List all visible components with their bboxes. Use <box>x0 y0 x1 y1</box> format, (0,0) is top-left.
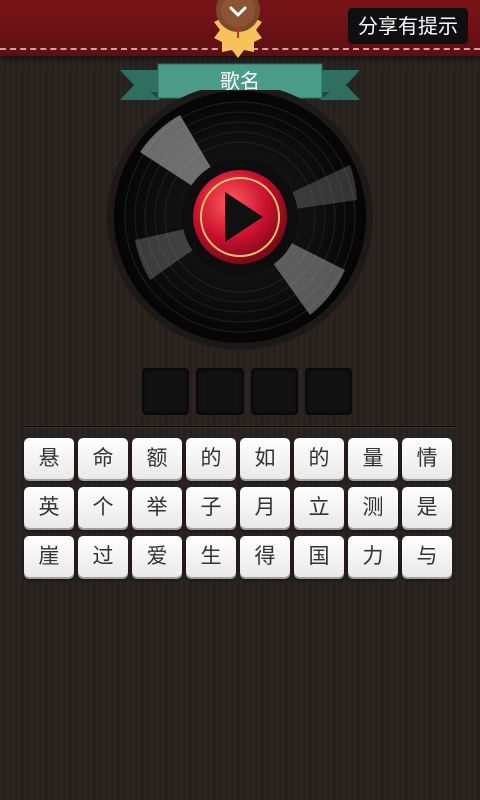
level-badge[interactable] <box>206 0 270 60</box>
character-key[interactable]: 生 <box>186 536 236 577</box>
character-key[interactable]: 悬 <box>24 438 74 479</box>
answer-slot[interactable] <box>250 368 298 415</box>
character-key[interactable]: 月 <box>240 487 290 528</box>
character-key[interactable]: 量 <box>348 438 398 479</box>
character-key[interactable]: 爱 <box>132 536 182 577</box>
character-key[interactable]: 测 <box>348 487 398 528</box>
answer-slot[interactable] <box>304 368 352 415</box>
answer-slot[interactable] <box>196 368 244 415</box>
character-key[interactable]: 个 <box>78 487 128 528</box>
answer-slots <box>142 368 352 415</box>
character-key[interactable]: 举 <box>132 487 182 528</box>
character-key[interactable]: 情 <box>402 438 452 479</box>
divider <box>24 426 456 427</box>
character-key[interactable]: 英 <box>24 487 74 528</box>
character-key[interactable]: 是 <box>402 487 452 528</box>
character-grid: 悬 命 额 的 如 的 量 情 英 个 举 子 月 立 测 是 崖 过 爱 生 … <box>24 438 456 577</box>
character-key[interactable]: 子 <box>186 487 236 528</box>
chevron-down-icon <box>214 0 262 58</box>
share-hint-button[interactable]: 分享有提示 <box>348 8 468 44</box>
character-key[interactable]: 国 <box>294 536 344 577</box>
character-key[interactable]: 与 <box>402 536 452 577</box>
character-key[interactable]: 的 <box>186 438 236 479</box>
vinyl-record <box>95 84 385 350</box>
play-button[interactable] <box>193 170 287 264</box>
character-key[interactable]: 如 <box>240 438 290 479</box>
character-key[interactable]: 立 <box>294 487 344 528</box>
character-key[interactable]: 的 <box>294 438 344 479</box>
character-key[interactable]: 得 <box>240 536 290 577</box>
answer-slot[interactable] <box>142 368 190 415</box>
character-key[interactable]: 额 <box>132 438 182 479</box>
character-key[interactable]: 过 <box>78 536 128 577</box>
character-key[interactable]: 力 <box>348 536 398 577</box>
character-key[interactable]: 崖 <box>24 536 74 577</box>
character-key[interactable]: 命 <box>78 438 128 479</box>
